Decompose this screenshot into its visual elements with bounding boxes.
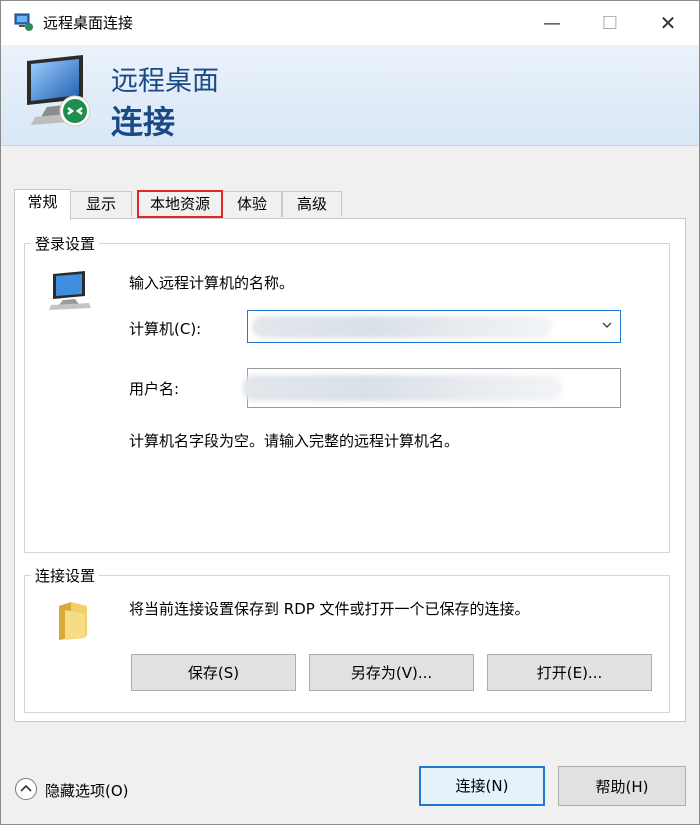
banner-title-line1: 远程桌面 — [111, 66, 219, 97]
general-tab-panel: 登录设置 输入远程计算机的名称。 计算机(C): 用户名: 计算机名字段为空。请… — [14, 218, 686, 722]
remote-desktop-icon — [14, 13, 33, 31]
hide-options-label[interactable]: 隐藏选项(O) — [45, 780, 129, 801]
save-as-button[interactable]: 另存为(V)... — [309, 654, 474, 691]
connection-settings-group: 连接设置 将当前连接设置保存到 RDP 文件或打开一个已保存的连接。 保存(S)… — [24, 565, 670, 713]
empty-computer-message: 计算机名字段为空。请输入完整的远程计算机名。 — [129, 432, 460, 450]
connect-button[interactable]: 连接(N) — [419, 766, 545, 806]
tab-general[interactable]: 常规 — [14, 189, 71, 220]
maximize-button[interactable]: ☐ — [581, 1, 639, 45]
computer-icon — [49, 271, 91, 310]
open-button[interactable]: 打开(E)... — [487, 654, 652, 691]
tab-strip: 常规 显示 本地资源 体验 高级 — [14, 189, 694, 220]
minimize-button[interactable]: — — [523, 1, 581, 45]
chevron-down-icon[interactable] — [600, 318, 614, 332]
close-button[interactable]: ✕ — [639, 1, 697, 45]
login-settings-group: 登录设置 输入远程计算机的名称。 计算机(C): 用户名: 计算机名字段为空。请… — [24, 233, 670, 553]
folder-icon — [59, 602, 87, 640]
username-label: 用户名: — [129, 380, 180, 398]
connection-settings-caption: 连接设置 — [31, 565, 100, 586]
login-hint: 输入远程计算机的名称。 — [129, 274, 295, 292]
help-button[interactable]: 帮助(H) — [558, 766, 686, 806]
window-title: 远程桌面连接 — [43, 14, 134, 32]
title-bar[interactable]: 远程桌面连接 — ☐ ✕ — [1, 1, 699, 45]
username-input[interactable] — [242, 368, 621, 408]
redacted-username-value — [242, 375, 562, 401]
tab-experience[interactable]: 体验 — [222, 191, 282, 217]
tab-display[interactable]: 显示 — [70, 191, 132, 217]
hide-options-toggle[interactable] — [15, 778, 37, 800]
tab-advanced[interactable]: 高级 — [282, 191, 342, 217]
computer-combobox[interactable] — [247, 310, 621, 343]
tab-local-resources[interactable]: 本地资源 — [137, 190, 223, 218]
banner-title-line2: 连接 — [111, 103, 176, 141]
chevron-up-icon — [20, 784, 32, 792]
header-banner: 远程桌面 连接 — [1, 45, 699, 146]
computer-label: 计算机(C): — [129, 320, 202, 338]
login-settings-caption: 登录设置 — [31, 233, 100, 254]
redacted-computer-value — [252, 316, 552, 338]
connection-description: 将当前连接设置保存到 RDP 文件或打开一个已保存的连接。 — [129, 600, 530, 618]
monitor-connection-icon — [27, 55, 91, 127]
save-button[interactable]: 保存(S) — [131, 654, 296, 691]
rdp-window: 远程桌面连接 — ☐ ✕ 远程桌面 连接 常规 显示 本地资源 体验 高级 登录… — [0, 0, 700, 825]
